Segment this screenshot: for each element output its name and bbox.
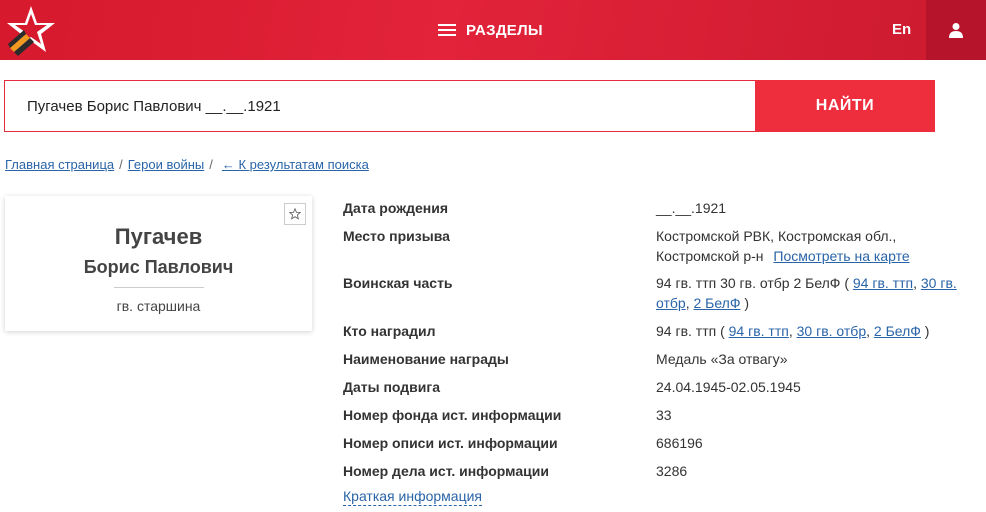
closing-paren: ) (744, 295, 750, 311)
language-switch[interactable]: En (892, 21, 911, 38)
detail-label: Дата рождения (343, 200, 449, 216)
comma: , (913, 275, 917, 291)
sections-menu-label: РАЗДЕЛЫ (466, 21, 543, 39)
person-card: Пугачев Борис Павлович гв. старшина (5, 196, 312, 331)
detail-label: Воинская часть (343, 275, 453, 291)
person-rank: гв. старшина (116, 298, 201, 314)
sections-menu-button[interactable]: РАЗДЕЛЫ (438, 19, 543, 41)
unit-link-94-gv-ttp[interactable]: 94 гв. ттп (853, 275, 913, 291)
breadcrumb-heroes-link[interactable]: Герои войны (128, 157, 205, 172)
awarded-link-30-gv-otbr[interactable]: 30 гв. отбр (797, 323, 866, 339)
detail-label: Номер дела ист. информации (343, 463, 549, 479)
breadcrumb-home-link[interactable]: Главная страница (5, 157, 114, 172)
person-surname: Пугачев (114, 224, 203, 249)
card-divider (114, 287, 204, 288)
detail-value: 94 гв. ттп 30 гв. отбр 2 БелФ ( 94 гв. т… (656, 273, 976, 313)
detail-value: Медаль «За отвагу» (656, 351, 788, 367)
awarded-link-2-belf[interactable]: 2 БелФ (874, 323, 921, 339)
star-icon (289, 208, 301, 220)
breadcrumb-separator: / (209, 157, 213, 172)
awarded-link-94-gv-ttp[interactable]: 94 гв. ттп (729, 323, 789, 339)
detail-value: 686196 (656, 435, 703, 451)
detail-label: Даты подвига (343, 379, 441, 395)
unit-text: 94 гв. ттп 30 гв. отбр 2 БелФ ( (656, 275, 849, 291)
star-logo-icon[interactable] (4, 4, 58, 56)
detail-label: Место призыва (343, 228, 450, 244)
detail-label: Номер фонда ист. информации (343, 407, 562, 423)
detail-value: 33 (656, 407, 672, 423)
person-given-names: Борис Павлович (83, 257, 234, 277)
search-bar: НАЙТИ (4, 80, 935, 132)
detail-label: Наименование награды (343, 351, 509, 367)
comma: , (788, 323, 793, 339)
favorite-button[interactable] (284, 203, 306, 225)
breadcrumb: Главная страница / Герои войны / ← К рез… (5, 157, 369, 172)
back-to-results-link[interactable]: ← К результатам поиска (222, 157, 369, 172)
short-info-link[interactable]: Краткая информация (343, 487, 482, 506)
comma: , (866, 323, 870, 339)
search-input[interactable] (4, 80, 755, 132)
show-on-map-link[interactable]: Посмотреть на карте (773, 248, 909, 264)
closing-paren: ) (924, 323, 930, 339)
detail-label: Кто наградил (343, 323, 436, 339)
top-header: РАЗДЕЛЫ En (0, 0, 986, 60)
detail-value: __.__.1921 (656, 200, 727, 216)
unit-link-2-belf[interactable]: 2 БелФ (693, 295, 740, 311)
search-button[interactable]: НАЙТИ (755, 80, 935, 132)
detail-label: Номер описи ист. информации (343, 435, 558, 451)
user-profile-button[interactable] (926, 0, 986, 60)
awarded-by-text: 94 гв. ттп ( (656, 323, 725, 339)
hamburger-icon (438, 23, 456, 37)
comma: , (685, 295, 690, 311)
detail-value: 24.04.1945-02.05.1945 (656, 379, 801, 395)
detail-value: 94 гв. ттп ( 94 гв. ттп, 30 гв. отбр, 2 … (656, 321, 986, 341)
breadcrumb-separator: / (119, 157, 123, 172)
detail-value: Костромской РВК, Костромская обл., Костр… (656, 226, 976, 266)
user-icon (949, 23, 963, 38)
detail-value: 3286 (656, 463, 688, 479)
